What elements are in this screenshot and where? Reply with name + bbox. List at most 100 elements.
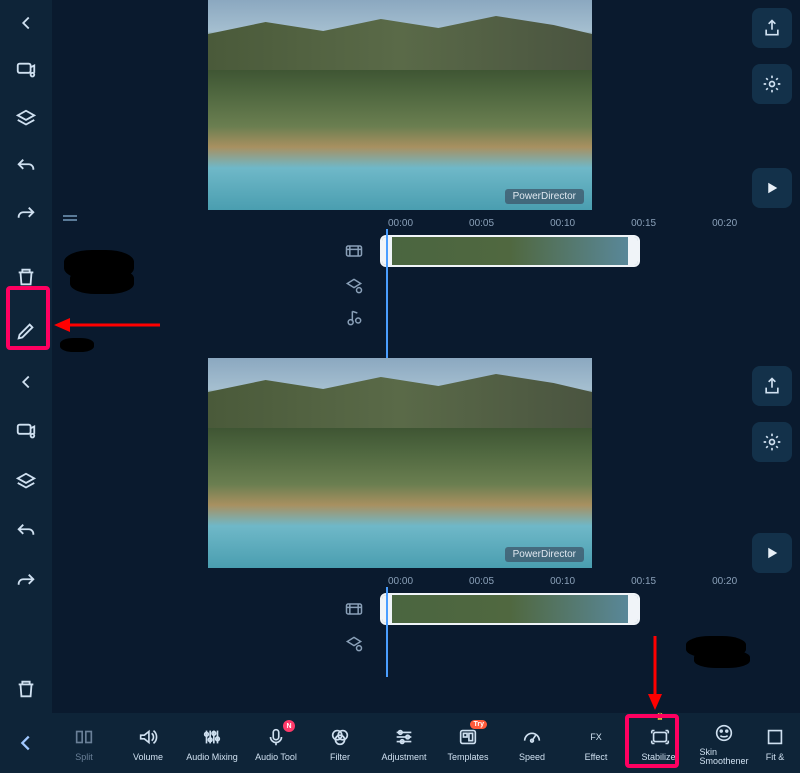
preview-image (208, 10, 592, 70)
watermark-label: PowerDirector (505, 547, 584, 562)
time-tick: 00:10 (550, 576, 575, 587)
tool-fit[interactable]: Fit & (756, 720, 794, 766)
time-tick: 00:15 (631, 576, 656, 587)
tool-label: Stabilizer (641, 752, 678, 762)
tool-audio-mixing[interactable]: Audio Mixing (180, 720, 244, 766)
tool-skin-smoothener[interactable]: Skin Smoothener (692, 716, 756, 770)
timeline[interactable]: 00:00 00:05 00:10 00:15 00:20 (340, 576, 744, 659)
overlay-track[interactable] (340, 629, 744, 659)
time-ruler: 00:00 00:05 00:10 00:15 00:20 (340, 576, 744, 587)
tool-label: Split (75, 752, 93, 762)
video-clip[interactable] (380, 235, 640, 267)
tool-label: Filter (330, 752, 350, 762)
undo-icon[interactable] (8, 514, 44, 550)
preview-image (208, 368, 592, 428)
time-tick: 00:00 (388, 218, 413, 229)
tool-filter[interactable]: Filter (308, 720, 372, 766)
clip-trim-handle-right[interactable] (628, 595, 638, 623)
volume-icon (135, 724, 161, 750)
export-share-icon[interactable] (752, 366, 792, 406)
export-share-icon[interactable] (752, 8, 792, 48)
tool-speed[interactable]: Speed (500, 720, 564, 766)
right-sidebar (748, 358, 796, 773)
tool-audio-tool[interactable]: N Audio Tool (244, 720, 308, 766)
video-track-icon (340, 237, 368, 265)
video-preview[interactable]: PowerDirector (208, 358, 592, 568)
play-button[interactable] (752, 168, 792, 208)
tool-label: Effect (585, 752, 608, 762)
play-button[interactable] (752, 533, 792, 573)
layers-icon[interactable] (8, 102, 44, 136)
tool-label: Fit & (766, 752, 785, 762)
toolbar-back-button[interactable] (4, 721, 48, 765)
overlay-track-icon (340, 272, 368, 300)
time-tick: 00:05 (469, 218, 494, 229)
tool-label: Audio Tool (255, 752, 297, 762)
redaction-mark (60, 338, 94, 352)
redaction-mark (694, 650, 750, 668)
tool-stabilizer[interactable]: ♛ Stabilizer (628, 720, 692, 766)
playhead[interactable] (386, 229, 388, 359)
fit-icon (762, 724, 788, 750)
audio-track[interactable] (340, 303, 744, 333)
split-icon (71, 724, 97, 750)
trash-icon[interactable] (8, 671, 44, 707)
tool-label: Volume (133, 752, 163, 762)
panel-drag-handle[interactable] (58, 212, 82, 224)
overlay-track-icon (340, 630, 368, 658)
tool-adjustment[interactable]: Adjustment (372, 720, 436, 766)
media-music-icon[interactable] (8, 54, 44, 88)
edit-toolbar: Split Volume Audio Mixing N Audio Tool F… (0, 713, 800, 773)
screenshot-step-1: PowerDirector 00:00 00:05 00:10 00:15 00… (0, 0, 800, 358)
left-sidebar (0, 358, 52, 773)
video-track[interactable] (340, 233, 744, 269)
tool-label: Speed (519, 752, 545, 762)
audio-tool-icon: N (263, 724, 289, 750)
audio-mixing-icon (199, 724, 225, 750)
settings-gear-icon[interactable] (752, 64, 792, 104)
overlay-track[interactable] (340, 271, 744, 301)
redaction-mark (70, 268, 134, 294)
video-preview[interactable]: PowerDirector (208, 0, 592, 210)
video-track[interactable] (340, 591, 744, 627)
timeline[interactable]: 00:00 00:05 00:10 00:15 00:20 (340, 218, 744, 333)
skin-smoothener-icon (711, 720, 737, 746)
audio-track-icon (340, 304, 368, 332)
redo-icon[interactable] (8, 198, 44, 232)
tool-volume[interactable]: Volume (116, 720, 180, 766)
premium-crown-icon: ♛ (656, 712, 665, 723)
time-tick: 00:10 (550, 218, 575, 229)
filter-icon (327, 724, 353, 750)
left-sidebar (0, 0, 52, 358)
tool-split[interactable]: Split (52, 720, 116, 766)
settings-gear-icon[interactable] (752, 422, 792, 462)
time-tick: 00:20 (712, 576, 737, 587)
back-icon[interactable] (8, 364, 44, 400)
tool-effect[interactable]: FX Effect (564, 720, 628, 766)
playhead[interactable] (386, 587, 388, 677)
media-music-icon[interactable] (8, 414, 44, 450)
tool-label: Audio Mixing (186, 752, 238, 762)
templates-icon: Try (455, 724, 481, 750)
screenshot-step-2: PowerDirector 00:00 00:05 00:10 00:15 00… (0, 358, 800, 773)
try-badge: Try (470, 720, 487, 729)
tool-label: Templates (447, 752, 488, 762)
video-clip[interactable] (380, 593, 640, 625)
effect-icon: FX (583, 724, 609, 750)
tool-templates[interactable]: Try Templates (436, 720, 500, 766)
time-tick: 00:00 (388, 576, 413, 587)
stabilizer-icon (647, 724, 673, 750)
edit-pencil-icon[interactable] (8, 314, 44, 348)
trash-icon[interactable] (8, 260, 44, 294)
back-icon[interactable] (8, 6, 44, 40)
time-tick: 00:15 (631, 218, 656, 229)
undo-icon[interactable] (8, 150, 44, 184)
time-ruler: 00:00 00:05 00:10 00:15 00:20 (340, 218, 744, 229)
redo-icon[interactable] (8, 564, 44, 600)
clip-trim-handle-right[interactable] (628, 237, 638, 265)
layers-icon[interactable] (8, 464, 44, 500)
time-tick: 00:20 (712, 218, 737, 229)
right-sidebar (748, 0, 796, 358)
adjustment-icon (391, 724, 417, 750)
video-track-icon (340, 595, 368, 623)
